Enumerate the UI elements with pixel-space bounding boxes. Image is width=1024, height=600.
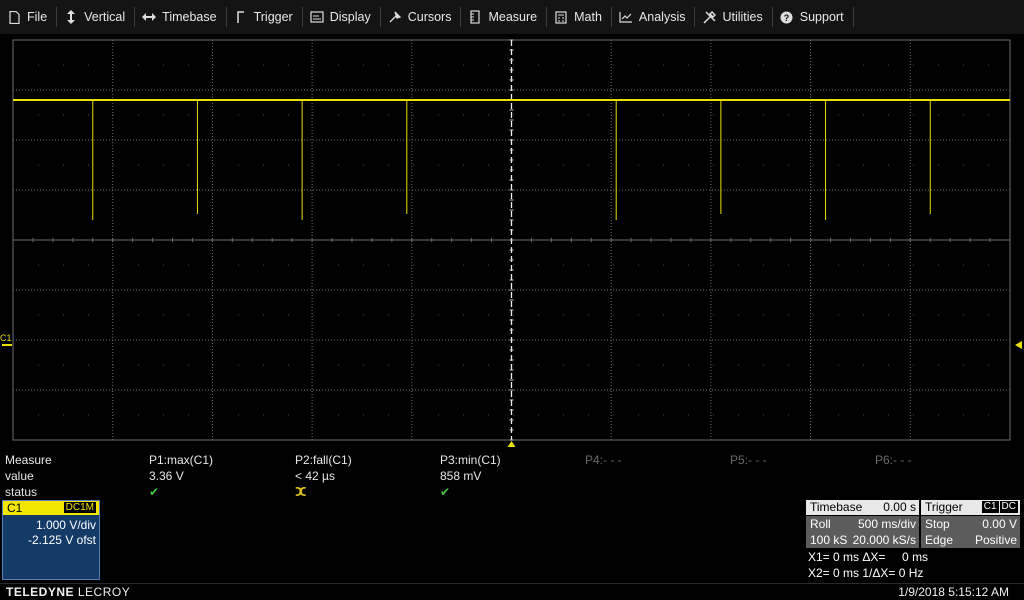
measure-status-label: status bbox=[5, 485, 38, 499]
menu-vertical[interactable]: Vertical bbox=[57, 0, 134, 34]
cursor-x1-readout: X1= 0 ms ΔX= 0 ms bbox=[808, 550, 929, 564]
channel-coupling: DC1M bbox=[63, 502, 96, 513]
menu-file[interactable]: File bbox=[0, 0, 56, 34]
display-icon bbox=[310, 10, 324, 24]
timebase-title: Timebase bbox=[810, 500, 863, 514]
check-icon: ✔ bbox=[149, 485, 160, 499]
trigger-title: Trigger bbox=[925, 500, 963, 514]
brand-logo: TELEDYNE LECROY bbox=[6, 585, 130, 599]
trigger-source: C1 bbox=[981, 501, 999, 513]
menu-bar: File Vertical Timebase Trigger Display C… bbox=[0, 0, 1024, 34]
menu-support[interactable]: ? Support bbox=[773, 0, 853, 34]
menu-file-label: File bbox=[27, 10, 48, 24]
timebase-samples: 100 kS bbox=[810, 533, 848, 547]
menu-separator bbox=[852, 7, 854, 27]
menu-utilities-label: Utilities bbox=[722, 10, 763, 24]
timebase-delay: 0.00 s bbox=[883, 500, 916, 514]
cursor-x2-readout: X2= 0 ms 1/ΔX= 0 Hz bbox=[808, 566, 924, 580]
measure-p4-header[interactable]: P4:- - - bbox=[585, 452, 622, 468]
menu-analysis[interactable]: Analysis bbox=[612, 0, 695, 34]
trigger-level: 0.00 V bbox=[982, 517, 1017, 531]
menu-timebase-label: Timebase bbox=[162, 10, 217, 24]
menu-support-label: Support bbox=[799, 10, 844, 24]
channel-c1-descriptor[interactable]: C1 DC1M 1.000 V/div -2.125 V ofst bbox=[2, 500, 100, 580]
menu-trigger[interactable]: Trigger bbox=[227, 0, 302, 34]
trigger-descriptor[interactable]: Trigger C1 DC Stop 0.00 V Edge Positive bbox=[921, 500, 1020, 548]
measure-value-label: value bbox=[5, 469, 34, 483]
footer-divider bbox=[0, 583, 1024, 584]
channel-offset: -2.125 V ofst bbox=[27, 533, 96, 547]
timestamp: 1/9/2018 5:15:12 AM bbox=[898, 585, 1009, 599]
channel-c1-marker-label: C1 bbox=[0, 333, 12, 343]
measure-icon bbox=[468, 10, 482, 24]
menu-math-label: Math bbox=[574, 10, 602, 24]
trigger-coupling: DC bbox=[999, 501, 1018, 513]
measure-p2-value: < 42 µs bbox=[295, 469, 335, 483]
timebase-tdiv: 500 ms/div bbox=[857, 517, 916, 531]
trigger-type: Edge bbox=[925, 533, 954, 547]
trigger-level-marker bbox=[1015, 341, 1022, 349]
trigger-position-marker bbox=[507, 441, 516, 447]
timebase-mode: Roll bbox=[810, 517, 831, 531]
utilities-icon bbox=[702, 10, 716, 24]
trigger-header: Trigger C1 DC bbox=[921, 500, 1020, 515]
trigger-tags: C1 DC bbox=[981, 501, 1018, 513]
menu-measure[interactable]: Measure bbox=[461, 0, 546, 34]
channel-header: C1 DC1M bbox=[3, 501, 99, 515]
brand-part-a: TELEDYNE bbox=[6, 585, 75, 599]
menu-utilities[interactable]: Utilities bbox=[695, 0, 771, 34]
warning-icon: ⵋ bbox=[295, 485, 308, 499]
measure-status-row: status ✔ ⵋ ✔ bbox=[0, 484, 1024, 500]
waveform-display[interactable]: C1 bbox=[0, 36, 1024, 452]
measure-p5-header[interactable]: P5:- - - bbox=[730, 452, 767, 468]
vertical-arrows-icon bbox=[64, 10, 78, 24]
trigger-slope: Positive bbox=[974, 533, 1017, 547]
channel-vdiv: 1.000 V/div bbox=[35, 518, 96, 532]
measure-p1-value: 3.36 V bbox=[149, 469, 184, 483]
support-icon: ? bbox=[780, 10, 794, 24]
menu-display-label: Display bbox=[329, 10, 371, 24]
channel-name: C1 bbox=[7, 501, 23, 515]
trigger-icon bbox=[234, 10, 248, 24]
cursor-icon bbox=[388, 10, 402, 24]
menu-cursors[interactable]: Cursors bbox=[381, 0, 461, 34]
measure-value-row: value 3.36 V < 42 µs 858 mV bbox=[0, 468, 1024, 484]
measure-table: Measure P1:max(C1) P2:fall(C1) P3:min(C1… bbox=[0, 452, 1024, 500]
timebase-rate: 20.000 kS/s bbox=[852, 533, 916, 547]
measure-header-row: Measure P1:max(C1) P2:fall(C1) P3:min(C1… bbox=[0, 452, 1024, 468]
menu-analysis-label: Analysis bbox=[638, 10, 686, 24]
menu-cursors-label: Cursors bbox=[407, 10, 452, 24]
menu-math[interactable]: Math bbox=[547, 0, 611, 34]
timebase-descriptor[interactable]: Timebase 0.00 s Roll 500 ms/div 100 kS 2… bbox=[806, 500, 919, 548]
measure-p3-header[interactable]: P3:min(C1) bbox=[440, 452, 501, 468]
file-icon bbox=[7, 10, 21, 24]
measure-p2-header[interactable]: P2:fall(C1) bbox=[295, 452, 352, 468]
brand-part-b: LECROY bbox=[77, 585, 131, 599]
math-icon bbox=[554, 10, 568, 24]
cursor-readout: X1= 0 ms ΔX= 0 ms X2= 0 ms 1/ΔX= 0 Hz bbox=[808, 549, 1024, 581]
menu-timebase[interactable]: Timebase bbox=[135, 0, 225, 34]
menu-measure-label: Measure bbox=[488, 10, 538, 24]
measure-p1-header[interactable]: P1:max(C1) bbox=[149, 452, 213, 468]
measure-p6-header[interactable]: P6:- - - bbox=[875, 452, 912, 468]
trigger-body: Stop 0.00 V Edge Positive bbox=[921, 516, 1020, 548]
measure-p3-value: 858 mV bbox=[440, 469, 482, 483]
svg-text:?: ? bbox=[784, 13, 790, 23]
menu-trigger-label: Trigger bbox=[253, 10, 293, 24]
timebase-header: Timebase 0.00 s bbox=[806, 500, 919, 515]
menu-display[interactable]: Display bbox=[303, 0, 380, 34]
measure-title[interactable]: Measure bbox=[5, 452, 52, 468]
horizontal-arrows-icon bbox=[142, 10, 157, 24]
scope-grid[interactable]: C1 bbox=[0, 36, 1024, 452]
analysis-icon bbox=[619, 10, 633, 24]
menu-vertical-label: Vertical bbox=[84, 10, 126, 24]
check-icon: ✔ bbox=[440, 485, 451, 499]
trigger-mode: Stop bbox=[925, 517, 950, 531]
timebase-body: Roll 500 ms/div 100 kS 20.000 kS/s bbox=[806, 516, 919, 548]
